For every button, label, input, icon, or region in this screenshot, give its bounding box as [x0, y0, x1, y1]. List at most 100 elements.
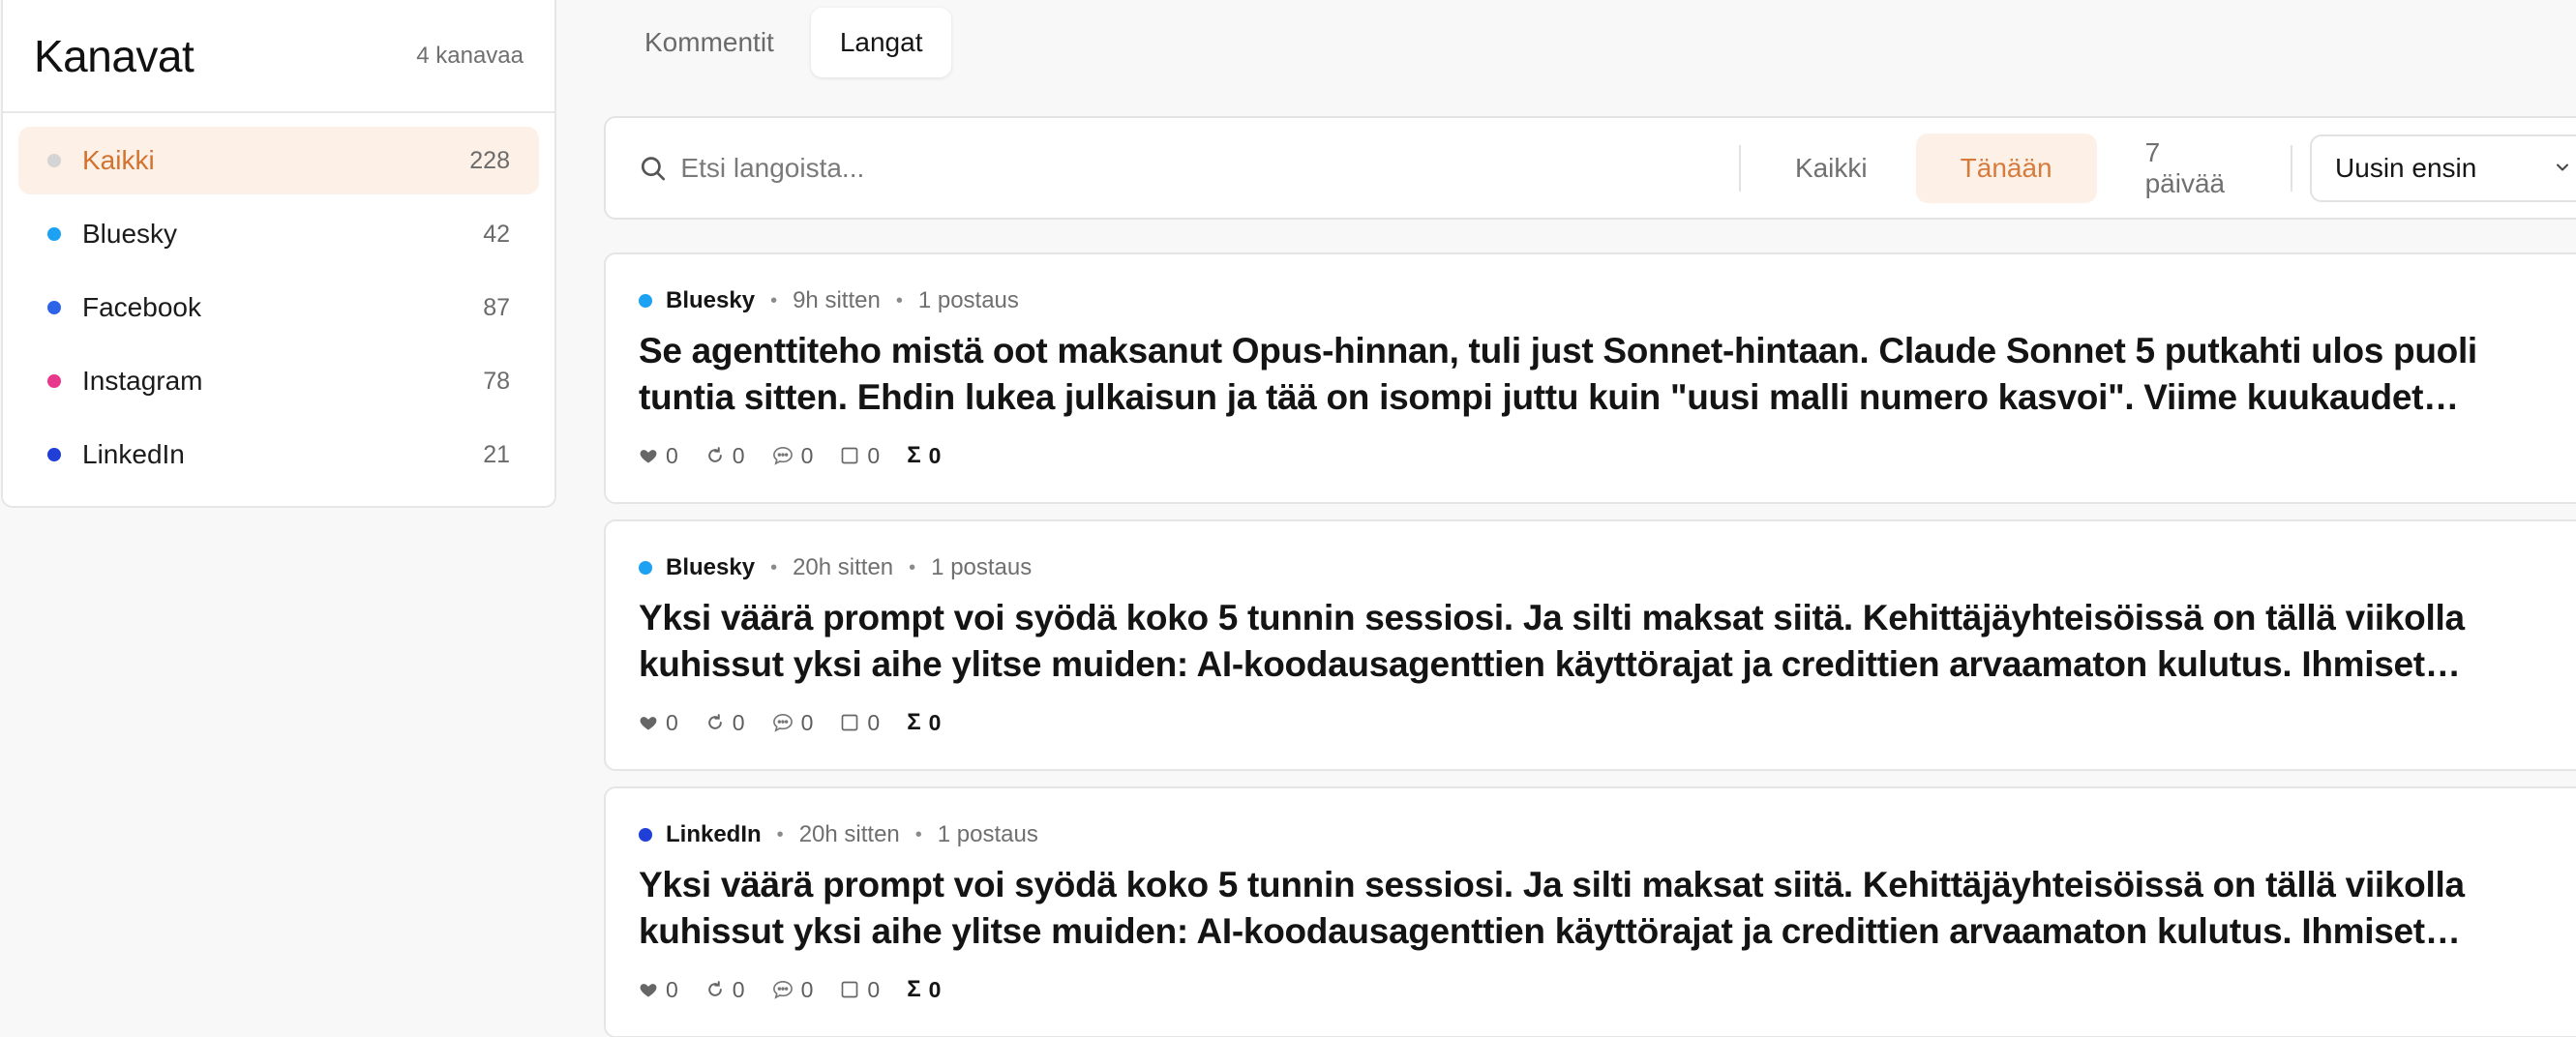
- likes-stat: 0: [639, 977, 678, 1003]
- thread-card[interactable]: Bluesky • 20h sitten • 1 postaus Yksi vä…: [604, 519, 2576, 771]
- heart-icon: [640, 984, 657, 997]
- sidebar-item-kaikki[interactable]: Kaikki 228: [18, 127, 539, 194]
- thread-text: Yksi väärä prompt voi syödä koko 5 tunni…: [639, 598, 2465, 684]
- channel-dot: [47, 227, 61, 241]
- channel-label: Kaikki: [82, 145, 155, 175]
- sidebar-item-instagram[interactable]: Instagram 78: [18, 347, 539, 415]
- channel-count: 228: [469, 146, 510, 174]
- tab-langat[interactable]: Langat: [810, 8, 952, 77]
- meta-separator: •: [909, 556, 916, 578]
- repost-icon: [708, 447, 722, 462]
- meta-separator: •: [770, 556, 778, 578]
- channel-label: Facebook: [82, 292, 201, 322]
- thread-time: 20h sitten: [793, 554, 894, 580]
- heart-icon: [640, 450, 657, 463]
- replies-count: 0: [800, 976, 814, 1002]
- thread-meta: Bluesky • 9h sitten • 1 postaus: [639, 285, 2576, 316]
- sort-select-value: Uusin ensin: [2335, 152, 2477, 183]
- channel-count: 87: [483, 293, 510, 321]
- quotes-stat: 0: [840, 977, 880, 1003]
- square-icon: [842, 714, 858, 731]
- channel-label: Instagram: [82, 366, 203, 396]
- thread-platform: Bluesky: [666, 554, 756, 580]
- replies-stat: 0: [772, 709, 814, 736]
- heart-icon: [640, 717, 657, 730]
- channel-count: 21: [483, 440, 510, 468]
- quotes-stat: 0: [840, 443, 880, 469]
- likes-count: 0: [666, 709, 678, 735]
- range-today-button[interactable]: Tänään: [1915, 133, 2097, 203]
- thread-platform: LinkedIn: [666, 821, 762, 847]
- thread-card[interactable]: Bluesky • 9h sitten • 1 postaus Se agent…: [604, 252, 2576, 504]
- repost-icon: [708, 981, 722, 996]
- likes-stat: 0: [639, 443, 678, 469]
- divider: [1738, 144, 1741, 192]
- comment-icon: [772, 713, 793, 732]
- sort-select[interactable]: Uusin ensin: [2310, 133, 2576, 202]
- replies-stat: 0: [772, 976, 814, 1003]
- tab-kommentit[interactable]: Kommentit: [615, 8, 803, 77]
- quotes-count: 0: [867, 976, 881, 1002]
- replies-count: 0: [800, 442, 814, 468]
- channel-dot: [47, 301, 61, 314]
- sidebar-item-bluesky[interactable]: Bluesky 42: [18, 200, 539, 268]
- square-icon: [842, 447, 858, 464]
- reposts-count: 0: [732, 976, 745, 1002]
- search-input[interactable]: [680, 152, 1723, 184]
- platform-dot: [639, 828, 652, 842]
- total-stat: Σ 0: [907, 976, 941, 1003]
- reposts-stat: 0: [705, 977, 745, 1003]
- quotes-count: 0: [867, 442, 881, 468]
- meta-separator: •: [914, 823, 922, 845]
- platform-dot: [639, 294, 652, 308]
- date-range-group: Kaikki Tänään 7 päivää: [1751, 133, 2281, 203]
- thread-stats: 0 0 0 0 Σ 0: [639, 709, 2576, 736]
- search-icon: [641, 156, 666, 180]
- thread-stats: 0 0 0 0 Σ 0: [639, 976, 2576, 1003]
- sigma-icon: Σ: [907, 976, 921, 1002]
- sidebar-item-linkedin[interactable]: LinkedIn 21: [18, 421, 539, 489]
- quotes-count: 0: [867, 709, 881, 735]
- square-icon: [842, 981, 858, 998]
- meta-separator: •: [776, 823, 784, 845]
- total-count: 0: [928, 442, 942, 468]
- repost-icon: [708, 714, 722, 729]
- channel-count: 78: [483, 367, 510, 395]
- total-stat: Σ 0: [907, 442, 941, 469]
- replies-stat: 0: [772, 442, 814, 469]
- thread-post-count: 1 postaus: [917, 287, 1019, 313]
- sidebar-item-facebook[interactable]: Facebook 87: [18, 274, 539, 341]
- channels-sidebar: Kanavat 4 kanavaa Kaikki 228 Bluesky 42 …: [1, 0, 556, 508]
- chevron-down-icon: [2557, 163, 2568, 170]
- likes-stat: 0: [639, 710, 678, 736]
- range-kaikki-button[interactable]: Kaikki: [1751, 133, 1912, 203]
- total-count: 0: [928, 709, 942, 735]
- thread-platform: Bluesky: [666, 287, 756, 313]
- reposts-count: 0: [732, 442, 745, 468]
- sigma-icon: Σ: [907, 709, 921, 735]
- thread-time: 20h sitten: [798, 821, 900, 847]
- thread-card[interactable]: LinkedIn • 20h sitten • 1 postaus Yksi v…: [604, 786, 2576, 1037]
- channel-label: Bluesky: [82, 219, 178, 249]
- app-root: Kanavat 4 kanavaa Kaikki 228 Bluesky 42 …: [0, 0, 2576, 1037]
- reposts-stat: 0: [705, 443, 745, 469]
- total-stat: Σ 0: [907, 709, 941, 736]
- thread-stats: 0 0 0 0 Σ 0: [639, 442, 2576, 469]
- range-7-days-button[interactable]: 7 päivää: [2101, 133, 2281, 203]
- sidebar-header: Kanavat 4 kanavaa: [3, 0, 554, 113]
- channel-dot: [47, 374, 61, 388]
- replies-count: 0: [800, 709, 814, 735]
- meta-separator: •: [895, 289, 903, 311]
- comment-icon: [772, 980, 793, 999]
- comment-icon: [772, 446, 793, 465]
- thread-meta: Bluesky • 20h sitten • 1 postaus: [639, 552, 2576, 583]
- meta-separator: •: [770, 289, 778, 311]
- channel-count-label: 4 kanavaa: [416, 42, 524, 69]
- thread-meta: LinkedIn • 20h sitten • 1 postaus: [639, 819, 2576, 850]
- sigma-icon: Σ: [907, 442, 921, 468]
- likes-count: 0: [666, 976, 678, 1002]
- quotes-stat: 0: [840, 710, 880, 736]
- total-count: 0: [928, 976, 942, 1002]
- thread-post-count: 1 postaus: [931, 554, 1033, 580]
- reposts-count: 0: [732, 709, 745, 735]
